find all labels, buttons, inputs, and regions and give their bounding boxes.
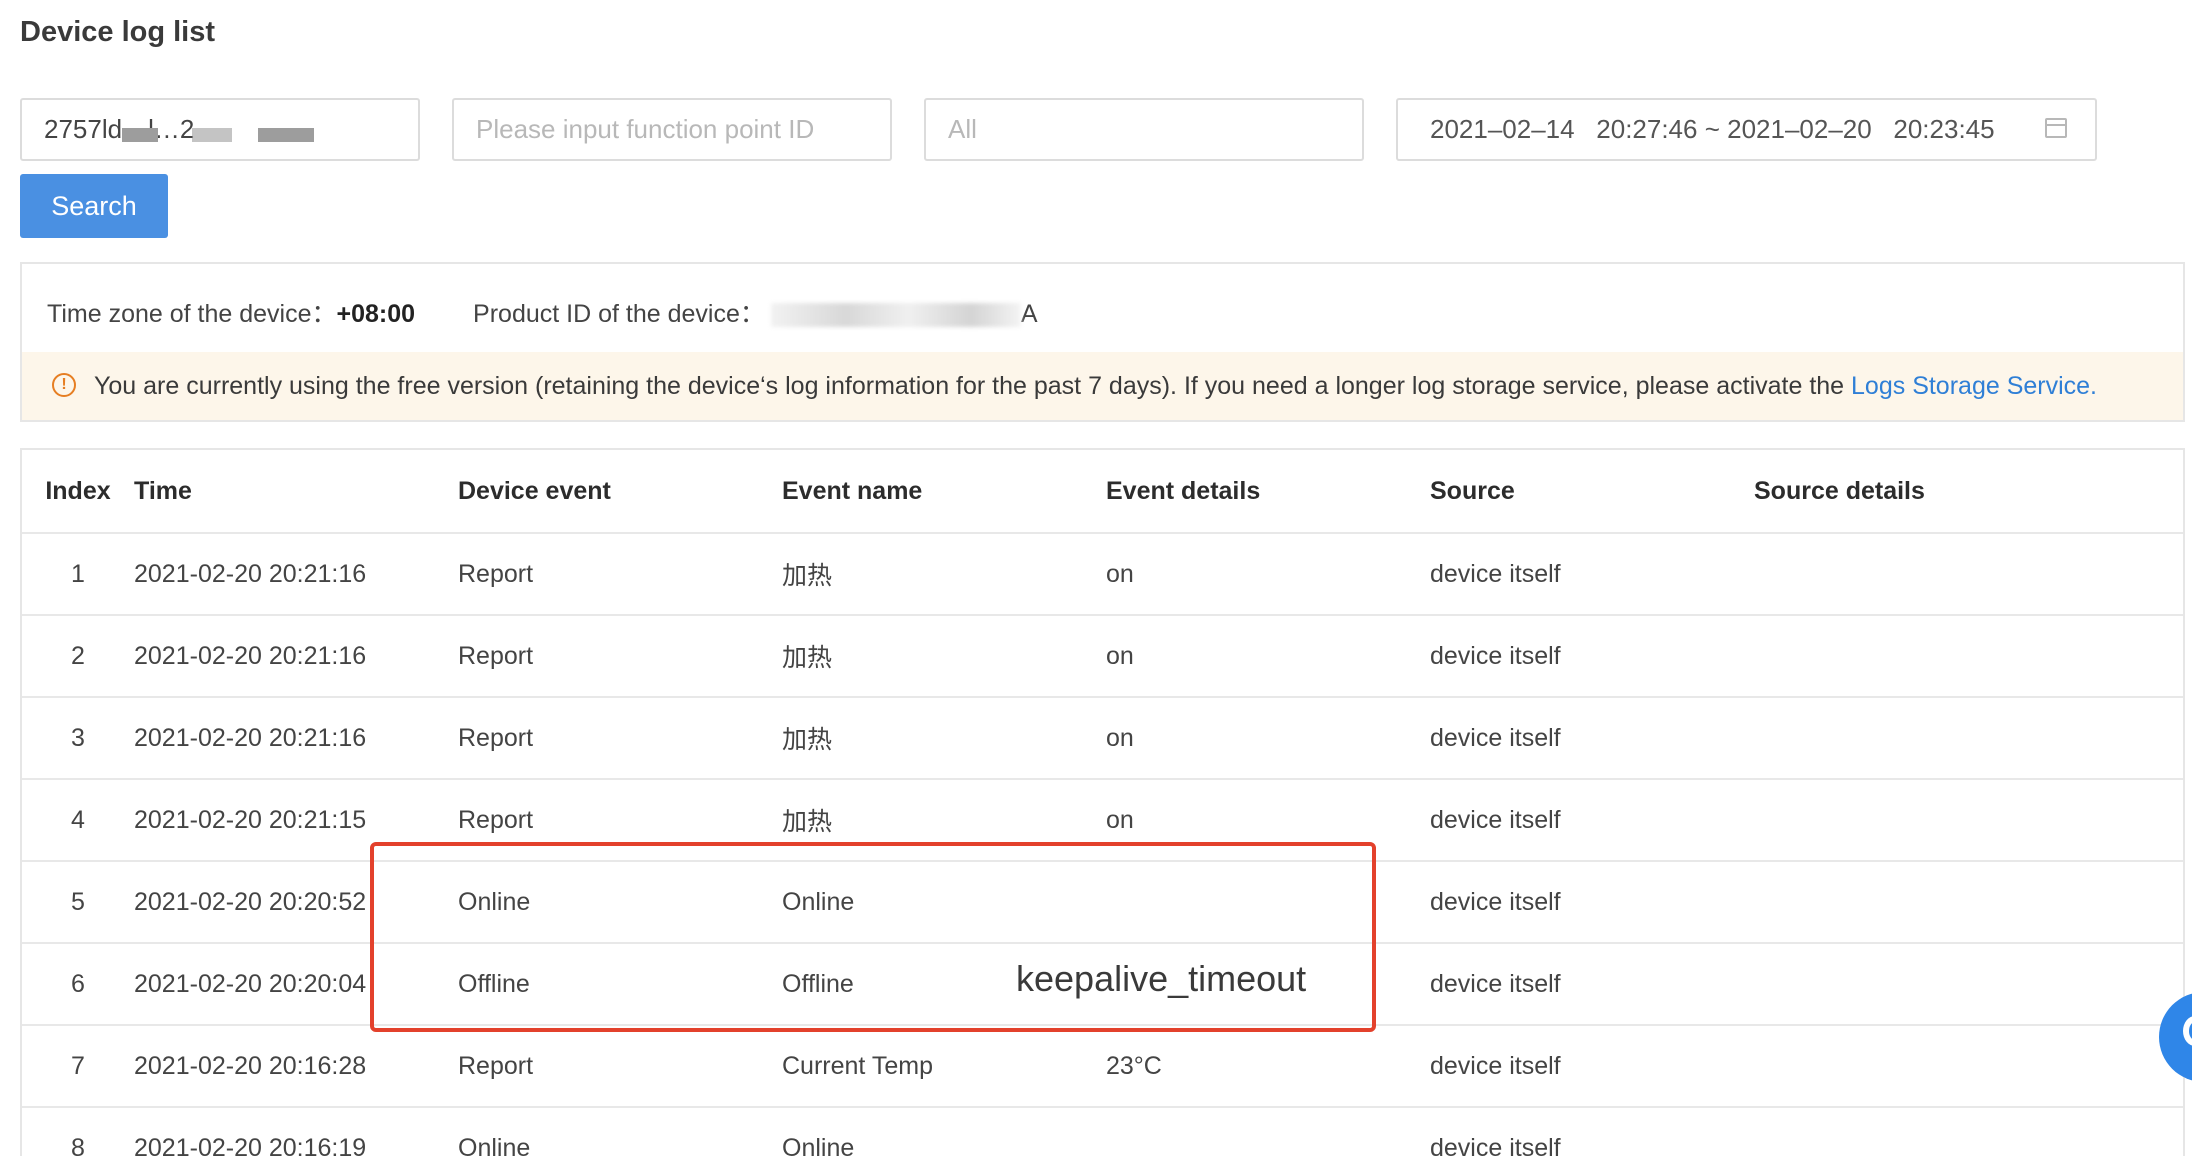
cell-index: 7 (22, 1025, 134, 1108)
cell-time: 2021-02-20 20:16:19 (134, 1107, 458, 1156)
device-id-value: 2757ld…l…2 (44, 114, 195, 144)
date-range-value: 2021–02–14 20:27:46 ~ 2021–02–20 20:23:4… (1430, 114, 1995, 144)
col-header-event-details: Event details (1106, 450, 1430, 534)
redaction-mask (192, 128, 232, 142)
device-info-line: Time zone of the device：+08:00 Product ID… (47, 294, 1038, 330)
col-header-index: Index (22, 450, 134, 534)
product-id-label: Product ID of the device： (473, 300, 765, 328)
cell-device-event: Report (458, 615, 782, 698)
log-table: Index Time Device event Event name Event… (20, 448, 2185, 1156)
cell-source-details (1754, 779, 2183, 862)
cell-source-details (1754, 615, 2183, 698)
cell-source-details (1754, 697, 2183, 780)
cell-index: 4 (22, 779, 134, 862)
highlight-annotation-box (370, 842, 1376, 1032)
cell-event-name: 加热 (782, 697, 1106, 780)
cell-event-details (1106, 1107, 1430, 1156)
device-info-panel: Time zone of the device：+08:00 Product ID… (20, 262, 2185, 422)
table-row: 7 2021-02-20 20:16:28 Report Current Tem… (22, 1025, 2183, 1108)
cell-event-name: 加热 (782, 533, 1106, 616)
date-range-picker[interactable]: 2021–02–14 20:27:46 ~ 2021–02–20 20:23:4… (1396, 98, 2097, 161)
cell-time: 2021-02-20 20:21:16 (134, 533, 458, 616)
page-title: Device log list (20, 16, 216, 48)
cell-index: 6 (22, 943, 134, 1026)
table-header-row: Index Time Device event Event name Event… (22, 450, 2183, 534)
cell-event-name: Current Temp (782, 1025, 1106, 1108)
cell-source-details (1754, 861, 2183, 944)
cell-time: 2021-02-20 20:21:16 (134, 615, 458, 698)
event-type-value: All (948, 114, 977, 144)
cell-source: device itself (1430, 615, 1754, 698)
cell-event-details: on (1106, 615, 1430, 698)
cell-index: 2 (22, 615, 134, 698)
table-row: 2 2021-02-20 20:21:16 Report 加热 on devic… (22, 615, 2183, 698)
product-id-suffix: A (1020, 300, 1038, 328)
cell-index: 8 (22, 1107, 134, 1156)
function-point-input[interactable] (452, 98, 892, 161)
cell-source: device itself (1430, 1025, 1754, 1108)
table-row: 3 2021-02-20 20:21:16 Report 加热 on devic… (22, 697, 2183, 780)
cell-source-details (1754, 1107, 2183, 1156)
cell-device-event: Report (458, 1025, 782, 1108)
cell-index: 1 (22, 533, 134, 616)
timezone-value: +08:00 (336, 300, 416, 328)
cell-time: 2021-02-20 20:16:28 (134, 1025, 458, 1108)
cell-source-details (1754, 1025, 2183, 1108)
col-header-device-event: Device event (458, 450, 782, 534)
cell-time: 2021-02-20 20:21:16 (134, 697, 458, 780)
product-id-redacted (770, 303, 1021, 328)
cell-source: device itself (1430, 943, 1754, 1026)
col-header-source: Source (1430, 450, 1754, 534)
redaction-mask (258, 128, 314, 142)
table-row: 1 2021-02-20 20:21:16 Report 加热 on devic… (22, 533, 2183, 616)
cell-index: 3 (22, 697, 134, 780)
cell-source: device itself (1430, 533, 1754, 616)
cell-device-event: Report (458, 697, 782, 780)
cell-index: 5 (22, 861, 134, 944)
redaction-mask (122, 128, 158, 142)
free-version-notice: ! You are currently using the free versi… (22, 352, 2183, 420)
cell-source-details (1754, 533, 2183, 616)
cell-device-event: Report (458, 533, 782, 616)
col-header-source-details: Source details (1754, 450, 2183, 534)
device-id-input[interactable]: 2757ld…l…2 (20, 98, 420, 161)
keepalive-annotation: keepalive_timeout (1016, 958, 1307, 999)
warning-icon: ! (52, 373, 76, 397)
logs-storage-service-link[interactable]: Logs Storage Service. (1851, 372, 2097, 400)
cell-source: device itself (1430, 779, 1754, 862)
cell-source: device itself (1430, 697, 1754, 780)
notice-text: You are currently using the free version… (94, 372, 1852, 400)
cell-device-event: Online (458, 1107, 782, 1156)
table-row: 8 2021-02-20 20:16:19 Online Online devi… (22, 1107, 2183, 1156)
cell-event-details: 23°C (1106, 1025, 1430, 1108)
cell-event-name: Online (782, 1107, 1106, 1156)
cell-source: device itself (1430, 1107, 1754, 1156)
cell-event-details: on (1106, 533, 1430, 616)
cell-source-details (1754, 943, 2183, 1026)
timezone-label: Time zone of the device： (47, 300, 337, 328)
col-header-event-name: Event name (782, 450, 1106, 534)
cell-event-name: 加热 (782, 615, 1106, 698)
page: Device log list 2757ld…l…2 All 2021–02–1… (0, 0, 2192, 1156)
event-type-select[interactable]: All (924, 98, 1364, 161)
cell-source: device itself (1430, 861, 1754, 944)
calendar-icon (2045, 118, 2067, 138)
col-header-time: Time (134, 450, 458, 534)
search-button[interactable]: Search (20, 174, 168, 238)
cell-event-details: on (1106, 697, 1430, 780)
